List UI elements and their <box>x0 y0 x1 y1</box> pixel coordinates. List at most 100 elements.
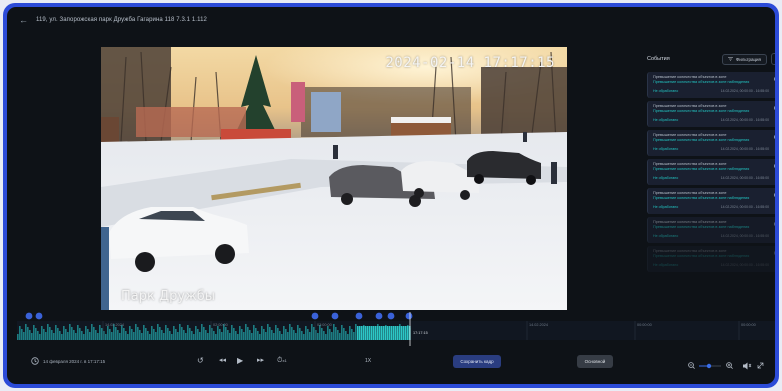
timeline-recording-bar <box>367 326 369 340</box>
back-arrow-icon[interactable]: ← <box>19 15 28 25</box>
timeline-recording-bar <box>125 331 127 340</box>
event-item[interactable]: Превышение количества объектов в зоне Пре… <box>647 130 775 156</box>
timeline-recording-bar <box>97 333 99 340</box>
timeline-recording-bar <box>101 328 103 340</box>
timeline-tick-label: 03:00:00 <box>317 323 332 327</box>
timeline-event-marker[interactable] <box>25 312 33 320</box>
timeline-recording-bar <box>43 329 45 340</box>
collapse-panel-button[interactable]: › <box>771 53 775 65</box>
timeline-recording-bar <box>333 324 335 340</box>
timeline-recording-bar <box>105 334 107 340</box>
timeline-recording-bar <box>55 325 57 340</box>
event-description: Превышение количества объектов в зоне на… <box>653 196 750 200</box>
zoom-slider-handle[interactable] <box>706 363 712 369</box>
filter-icon <box>727 57 733 61</box>
timeline-recording-bar <box>221 332 223 340</box>
event-item[interactable]: Превышение количества объектов в зоне Пре… <box>647 72 775 98</box>
event-item[interactable]: Превышение количества объектов в зоне Пре… <box>647 159 775 185</box>
timeline-recording-bar <box>375 326 377 340</box>
timeline-recording-bar <box>29 330 31 340</box>
current-datetime[interactable]: 14 февраля 2024 г. в 17:17:15 <box>31 357 105 365</box>
timeline-recording-bar <box>161 330 163 340</box>
timeline-recording-bar <box>397 326 399 340</box>
camera-event-icon[interactable] <box>773 163 775 169</box>
timeline-recording-bar <box>305 326 307 340</box>
volume-icon[interactable] <box>743 362 752 370</box>
timeline-recording-bar <box>341 325 343 340</box>
timeline-tick-label: 14.02.2024 <box>105 323 124 327</box>
timeline-recording-bar <box>279 331 281 340</box>
timeline-recording-bar <box>401 326 403 340</box>
timeline-recording-bar <box>95 330 97 340</box>
camera-event-icon[interactable] <box>773 250 775 256</box>
timeline-recording-bar <box>25 324 27 340</box>
timeline-recording-bar <box>337 330 339 340</box>
playback-ratio[interactable]: 1X <box>365 356 371 366</box>
timeline-event-marker[interactable] <box>355 312 363 320</box>
timeline-recording-bar <box>319 325 321 340</box>
timeline-event-marker[interactable] <box>311 312 319 320</box>
timeline-recording-bar <box>201 324 203 340</box>
zoom-in-icon[interactable] <box>726 362 733 369</box>
timeline-event-marker[interactable] <box>387 312 395 320</box>
play-icon[interactable]: ▶ <box>237 356 243 366</box>
timeline-recording-bar <box>257 331 259 340</box>
reset-icon[interactable]: ↺ <box>197 356 204 366</box>
timeline-recording-bar <box>383 326 385 340</box>
timeline-event-marker[interactable] <box>375 312 383 320</box>
video-player[interactable]: 2024-02-14 17:17:15 Парк Дружбы <box>101 47 567 310</box>
timeline-recording-bar <box>87 329 89 340</box>
timeline-recording-bar <box>317 333 319 340</box>
save-frame-button[interactable]: Сохранить кадр <box>453 355 501 368</box>
timeline-tick-label: 00:00:00 <box>741 323 756 327</box>
timeline-recording-bar <box>183 330 185 340</box>
timeline-recording-bar <box>109 329 111 340</box>
speed-control[interactable]: ⏱x1 <box>277 356 287 366</box>
clock-icon <box>31 357 39 365</box>
timeline-recording-bar <box>197 329 199 340</box>
event-item[interactable]: Превышение количества объектов в зоне Пре… <box>647 101 775 127</box>
event-status: Не обработано <box>653 234 679 238</box>
header: ← 119, ул. Запорожская парк Дружба Гагар… <box>7 7 775 33</box>
timeline-recording-bar <box>343 328 345 340</box>
camera-event-icon[interactable] <box>773 134 775 140</box>
timeline-recording-bar <box>219 329 221 340</box>
timeline-recording-bar <box>379 326 381 340</box>
timeline-recording-bar <box>301 331 303 340</box>
timeline-recording-bar <box>187 325 189 340</box>
timeline-recording-bar <box>247 327 249 340</box>
current-date-label: 14 февраля 2024 г. в 17:17:15 <box>43 358 106 364</box>
timeline-recording-bar <box>285 329 287 340</box>
filter-button[interactable]: Фильтрация <box>721 53 767 65</box>
event-item[interactable]: Превышение количества объектов в зоне Пре… <box>647 246 775 272</box>
timeline-recording-bar <box>275 325 277 340</box>
main-stream-button[interactable]: Основной <box>577 355 613 368</box>
timeline-recording-bar <box>311 324 313 340</box>
timeline-recording-bar <box>297 325 299 340</box>
timeline-event-marker[interactable] <box>331 312 339 320</box>
timeline-recording-bar <box>121 325 123 340</box>
rewind-icon[interactable]: ◂◂ <box>219 356 226 366</box>
zoom-out-icon[interactable] <box>688 362 695 369</box>
timeline-recording-bar <box>49 327 51 340</box>
camera-event-icon[interactable] <box>773 192 775 198</box>
window-frame: ← 119, ул. Запорожская парк Дружба Гагар… <box>3 3 779 388</box>
timeline-recording-bar <box>399 326 401 340</box>
timeline-recording-bar <box>169 331 171 340</box>
camera-event-icon[interactable] <box>773 105 775 111</box>
event-item[interactable]: Превышение количества объектов в зоне Пре… <box>647 188 775 214</box>
camera-event-icon[interactable] <box>773 76 775 82</box>
fullscreen-icon[interactable] <box>757 362 764 369</box>
event-item[interactable]: Превышение количества объектов в зоне Пре… <box>647 217 775 243</box>
timeline-recording-bar <box>271 330 273 340</box>
timeline-recording-bar <box>369 326 371 340</box>
fast-forward-icon[interactable]: ▸▸ <box>257 356 264 366</box>
timeline-event-marker[interactable] <box>35 312 43 320</box>
timeline-recording-bar <box>363 326 365 340</box>
timeline[interactable]: 14.02.2024 02:00:00 03:00:00 14.02.2024 00:0… <box>17 312 775 346</box>
timeline-event-marker[interactable] <box>405 312 413 320</box>
camera-event-icon[interactable] <box>773 221 775 227</box>
timeline-recording-bar <box>237 334 239 340</box>
timeline-recording-bar <box>253 325 255 340</box>
timeline-recording-bar <box>307 329 309 340</box>
